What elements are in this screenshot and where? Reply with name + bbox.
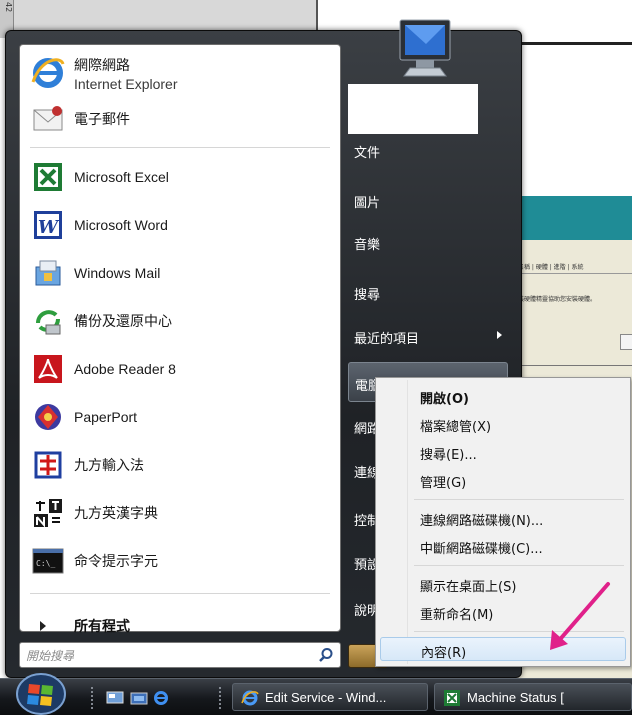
excel-icon xyxy=(30,159,66,195)
input-method-icon xyxy=(30,447,66,483)
all-programs-label: 所有程式 xyxy=(74,619,130,635)
places-item-pictures[interactable]: 圖片 xyxy=(348,180,508,220)
places-item-label: 圖片 xyxy=(354,196,381,211)
start-search-input[interactable]: 開始搜尋 xyxy=(19,642,341,668)
svg-text:C:\_: C:\_ xyxy=(36,559,55,568)
program-dictionary[interactable]: 九方英漢字典 xyxy=(20,491,340,535)
context-menu-separator xyxy=(414,499,624,500)
background-dialog-tabs: 名稱 | 硬體 | 進階 | 系統 xyxy=(518,262,632,274)
search-icon[interactable] xyxy=(318,647,334,667)
context-menu-separator xyxy=(414,565,624,566)
places-item-label: 搜尋 xyxy=(354,288,381,303)
background-dialog-text: 裝硬體精靈協助您安裝硬體。 xyxy=(518,296,597,303)
program-name: 九方英漢字典 xyxy=(74,505,158,521)
program-internet-explorer[interactable]: 網際網路 Internet Explorer xyxy=(20,51,340,95)
paperport-icon xyxy=(30,399,66,435)
taskbar-button-label: Edit Service - Wind... xyxy=(265,690,387,705)
program-excel[interactable]: Microsoft Excel xyxy=(20,155,340,199)
start-menu-programs-pane: 網際網路 Internet Explorer 電子郵件 Microsoft Ex… xyxy=(19,44,341,635)
internet-explorer-icon xyxy=(30,55,66,91)
computer-icon xyxy=(386,14,462,84)
program-backup[interactable]: 備份及還原中心 xyxy=(20,299,340,343)
internet-explorer-icon xyxy=(241,689,259,707)
context-item-open[interactable]: 開啟(O) xyxy=(380,384,626,408)
adobe-reader-icon xyxy=(30,351,66,387)
places-item-search[interactable]: 搜尋 xyxy=(348,272,508,312)
email-icon xyxy=(30,101,66,137)
context-item-label: 內容(R) xyxy=(421,646,467,661)
places-item-music[interactable]: 音樂 xyxy=(348,222,508,262)
taskbar-grip[interactable] xyxy=(218,686,222,710)
program-name: 命令提示字元 xyxy=(74,553,158,569)
backup-icon xyxy=(30,303,66,339)
program-name: Windows Mail xyxy=(74,265,161,281)
context-item-map-network-drive[interactable]: 連線網路磁碟機(N)... xyxy=(380,506,626,530)
program-input-method[interactable]: 九方輸入法 xyxy=(20,443,340,487)
program-name: 網際網路 xyxy=(74,57,130,73)
switch-windows-icon[interactable] xyxy=(130,690,148,706)
program-name: PaperPort xyxy=(74,409,138,425)
places-item-label: 最近的項目 xyxy=(354,332,420,347)
annotation-arrow-icon xyxy=(540,578,620,658)
internet-explorer-icon[interactable] xyxy=(152,690,170,706)
places-item-label: 文件 xyxy=(354,146,381,161)
user-picture[interactable] xyxy=(348,84,478,134)
all-programs-button[interactable]: 所有程式 xyxy=(20,611,340,641)
places-item-documents[interactable]: 文件 xyxy=(348,130,508,170)
context-item-label: 連線網路磁碟機(N)... xyxy=(420,514,544,529)
context-item-label: 顯示在桌面上(S) xyxy=(420,580,517,595)
context-item-label: 開啟(O) xyxy=(420,392,469,407)
taskbar-button-edit-service[interactable]: Edit Service - Wind... xyxy=(232,683,428,711)
context-item-label: 搜尋(E)... xyxy=(420,448,477,463)
program-subname: Internet Explorer xyxy=(74,76,178,92)
command-prompt-icon: C:\_ xyxy=(30,543,66,579)
program-name: 九方輸入法 xyxy=(74,457,144,473)
context-item-explore[interactable]: 檔案總管(X) xyxy=(380,412,626,436)
program-name: 電子郵件 xyxy=(74,111,130,127)
windows-mail-icon xyxy=(30,255,66,291)
pinned-separator xyxy=(30,147,330,148)
excel-icon xyxy=(443,689,461,707)
program-name: 備份及還原中心 xyxy=(74,313,172,329)
places-item-recent-items[interactable]: 最近的項目 xyxy=(348,316,508,356)
context-item-manage[interactable]: 管理(G) xyxy=(380,468,626,492)
context-item-search[interactable]: 搜尋(E)... xyxy=(380,440,626,464)
arrow-right-icon xyxy=(40,621,46,631)
submenu-arrow-icon xyxy=(497,331,502,339)
word-icon: W xyxy=(30,207,66,243)
program-adobe-reader[interactable]: Adobe Reader 8 xyxy=(20,347,340,391)
taskbar-button-machine-status[interactable]: Machine Status [ xyxy=(434,683,632,711)
program-paperport[interactable]: PaperPort xyxy=(20,395,340,439)
background-dialog-button xyxy=(620,334,632,350)
quick-launch-grip[interactable] xyxy=(90,686,94,710)
start-orb-icon[interactable] xyxy=(12,670,70,715)
program-name: Adobe Reader 8 xyxy=(74,361,176,377)
context-item-disconnect-network-drive[interactable]: 中斷網路磁碟機(C)... xyxy=(380,534,626,558)
program-command-prompt[interactable]: C:\_ 命令提示字元 xyxy=(20,539,340,583)
program-word[interactable]: W Microsoft Word xyxy=(20,203,340,247)
context-item-label: 重新命名(M) xyxy=(420,608,494,623)
places-item-label: 音樂 xyxy=(354,238,381,253)
context-item-label: 檔案總管(X) xyxy=(420,420,492,435)
all-programs-separator xyxy=(30,593,330,594)
context-item-label: 中斷網路磁碟機(C)... xyxy=(420,542,543,557)
show-desktop-icon[interactable] xyxy=(106,690,124,706)
program-windows-mail[interactable]: Windows Mail xyxy=(20,251,340,295)
program-email[interactable]: 電子郵件 xyxy=(20,97,340,141)
dictionary-icon xyxy=(30,495,66,531)
search-placeholder: 開始搜尋 xyxy=(26,649,75,663)
context-item-label: 管理(G) xyxy=(420,476,467,491)
program-name: Microsoft Word xyxy=(74,217,168,233)
svg-text:W: W xyxy=(38,217,60,238)
program-name: Microsoft Excel xyxy=(74,169,169,185)
taskbar-button-label: Machine Status [ xyxy=(467,690,564,705)
